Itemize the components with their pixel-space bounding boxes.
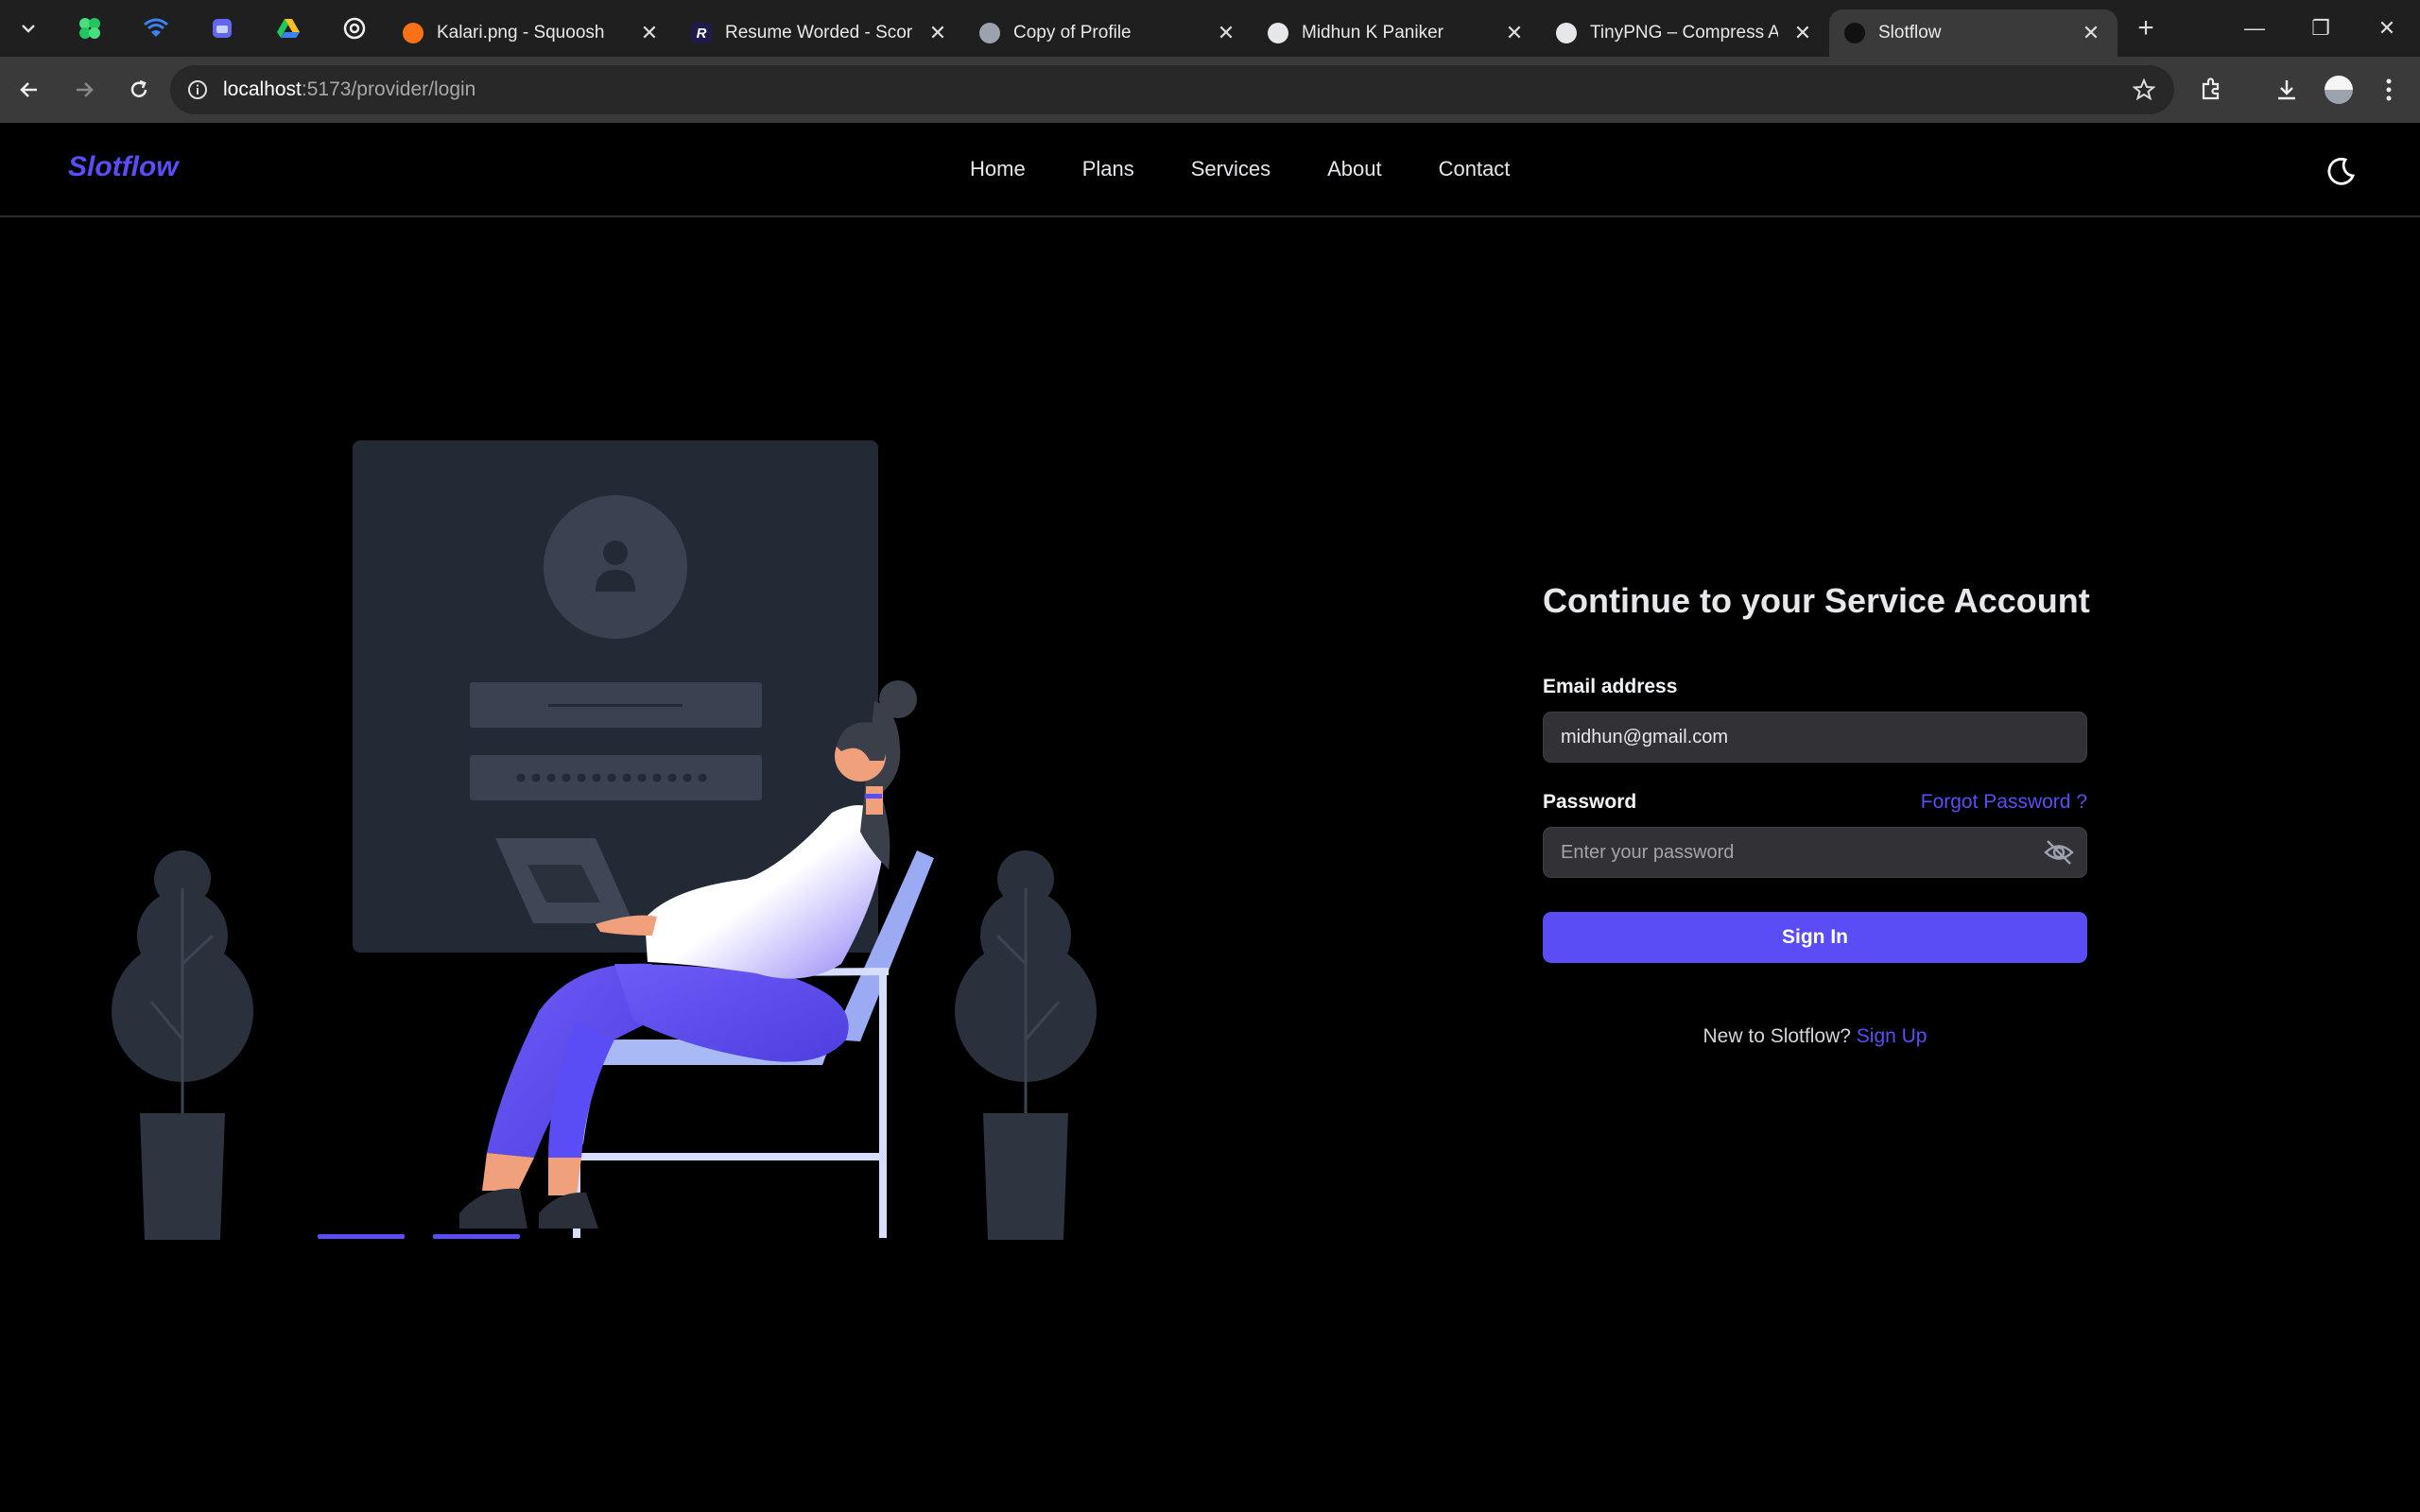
minimize-icon[interactable]: — [2221, 0, 2288, 57]
nav-link-services[interactable]: Services [1191, 157, 1270, 181]
page-title: Continue to your Service Account [1543, 581, 2090, 620]
tab-search-chevron-icon[interactable] [0, 0, 57, 57]
close-tab-icon[interactable]: ✕ [2080, 21, 2102, 45]
tinypng-icon [1556, 23, 1577, 43]
pinned-tab-wifi-icon[interactable] [123, 0, 189, 57]
browser-tab[interactable]: TinyPNG – Compress AVIF ✕ [1541, 9, 1829, 57]
close-tab-icon[interactable]: ✕ [1215, 21, 1237, 45]
signup-prompt: New to Slotflow? Sign Up [1543, 1025, 2087, 1048]
browser-menu-icon[interactable] [2363, 64, 2414, 115]
nav-link-about[interactable]: About [1327, 157, 1382, 181]
nav-links: Home Plans Services About Contact [970, 157, 1510, 181]
browser-tab[interactable]: Kalari.png - Squoosh ✕ [388, 9, 676, 57]
bookmark-star-icon[interactable] [2133, 78, 2155, 101]
pinned-tab-app-icon[interactable] [189, 0, 255, 57]
nav-link-home[interactable]: Home [970, 157, 1026, 181]
tab-title: Kalari.png - Squoosh [437, 23, 605, 43]
password-label: Password [1543, 791, 1637, 813]
sign-up-link[interactable]: Sign Up [1857, 1025, 1927, 1047]
nav-link-contact[interactable]: Contact [1439, 157, 1511, 181]
moon-icon[interactable] [2320, 151, 2361, 193]
browser-tab-active[interactable]: Slotflow ✕ [1829, 9, 2118, 57]
brand-logo[interactable]: Slotflow [68, 151, 179, 183]
browser-toolbar: localhost:5173/provider/login [0, 57, 2420, 123]
password-field[interactable] [1543, 827, 2087, 878]
close-tab-icon[interactable]: ✕ [638, 21, 661, 45]
pinned-tab-drive-icon[interactable] [255, 0, 321, 57]
forward-icon[interactable] [59, 64, 110, 115]
browser-tab[interactable]: R Resume Worded - Score ✕ [676, 9, 964, 57]
avatar[interactable] [2313, 64, 2364, 115]
tab-title: TinyPNG – Compress AVIF [1590, 23, 1778, 43]
tab-title: Resume Worded - Score [725, 23, 913, 43]
tab-title: Midhun K Paniker [1302, 23, 1443, 43]
squoosh-icon [403, 23, 424, 43]
new-tab-icon[interactable]: + [2118, 0, 2174, 57]
close-window-icon[interactable]: ✕ [2354, 0, 2420, 57]
close-tab-icon[interactable]: ✕ [1791, 21, 1814, 45]
back-icon[interactable] [4, 64, 55, 115]
site-info-icon[interactable] [187, 79, 208, 100]
globe-icon [979, 23, 1000, 43]
browser-tab[interactable]: Midhun K Paniker ✕ [1253, 9, 1541, 57]
nav-link-plans[interactable]: Plans [1082, 157, 1134, 181]
download-icon[interactable] [2261, 64, 2312, 115]
login-illustration [112, 440, 1097, 1240]
browser-tab-strip: Kalari.png - Squoosh ✕ R Resume Worded -… [0, 0, 2420, 57]
tab-title: Copy of Profile [1013, 23, 1132, 43]
forgot-password-link[interactable]: Forgot Password ? [1921, 791, 2087, 814]
tab-title: Slotflow [1878, 23, 1942, 43]
site-navbar: Slotflow Home Plans Services About Conta… [0, 123, 2420, 217]
url-text: localhost:5173/provider/login [223, 78, 476, 100]
reload-icon[interactable] [113, 64, 164, 115]
eye-off-icon[interactable] [2044, 838, 2074, 867]
address-bar[interactable]: localhost:5173/provider/login [170, 65, 2174, 114]
resume-worded-icon: R [691, 23, 712, 43]
slotflow-icon [1844, 23, 1865, 43]
email-label: Email address [1543, 676, 1678, 697]
sign-in-button[interactable]: Sign In [1543, 912, 2087, 963]
pinned-tab-clover-icon[interactable] [57, 0, 123, 57]
login-form: Continue to your Service Account Email a… [1543, 581, 2090, 1048]
close-tab-icon[interactable]: ✕ [1503, 21, 1526, 45]
close-tab-icon[interactable]: ✕ [926, 21, 949, 45]
pinned-tab-openai-icon[interactable] [321, 0, 388, 57]
signup-text: New to Slotflow? [1703, 1025, 1851, 1047]
email-field[interactable] [1543, 712, 2087, 763]
window-controls: — ❐ ✕ [2221, 0, 2420, 57]
restore-icon[interactable]: ❐ [2288, 0, 2354, 57]
extensions-icon[interactable] [2186, 64, 2237, 115]
browser-tab[interactable]: Copy of Profile ✕ [964, 9, 1253, 57]
profile-icon [1268, 23, 1288, 43]
